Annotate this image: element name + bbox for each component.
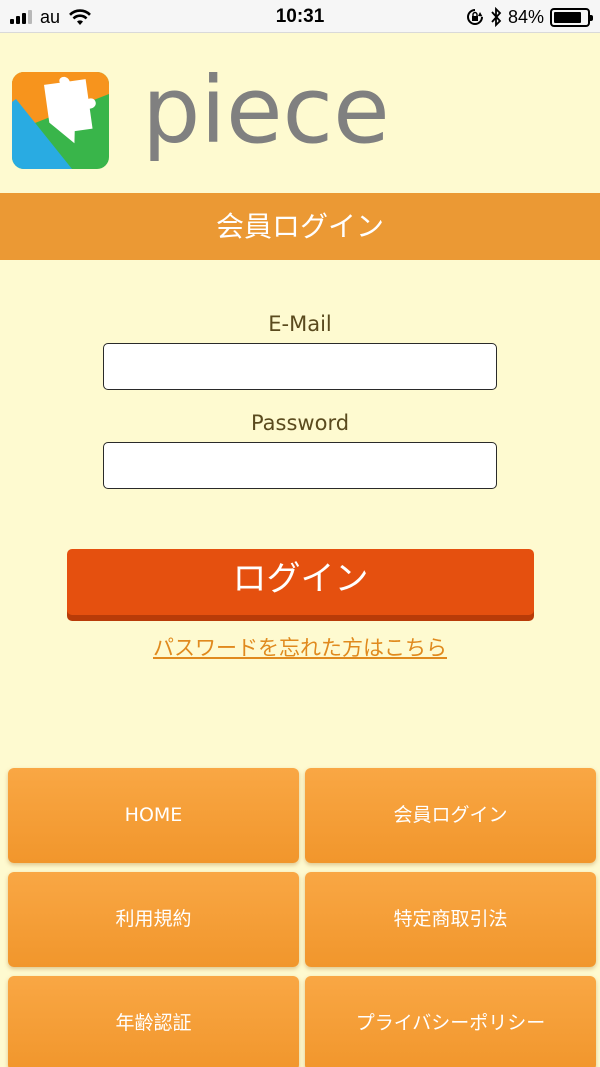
nav-commercial-law-button[interactable]: 特定商取引法 [305,872,596,967]
email-field[interactable] [103,343,497,390]
nav-terms-button[interactable]: 利用規約 [8,872,299,967]
password-field[interactable] [103,442,497,489]
battery-percent: 84% [507,7,544,27]
puzzle-logo-icon [12,72,109,169]
brand-wordmark: piece [142,70,390,164]
nav-member-login-button[interactable]: 会員ログイン [305,768,596,863]
brand-logo: piece [12,70,432,170]
nav-age-verification-button[interactable]: 年齢認証 [8,976,299,1067]
status-bar: au 10:31 84% [0,0,600,33]
nav-home-button[interactable]: HOME [8,768,299,863]
nav-privacy-policy-button[interactable]: プライバシーポリシー [305,976,596,1067]
password-label: Password [250,411,350,435]
rotation-lock-icon [466,9,483,25]
email-label: E-Mail [268,312,332,336]
svg-text:piece: piece [142,70,390,164]
login-button[interactable]: ログイン [67,549,534,615]
battery-icon [550,7,593,27]
forgot-password-link[interactable]: パスワードを忘れた方はこちら [0,632,600,662]
page-title: 会員ログイン [0,193,600,260]
bluetooth-icon [491,7,502,27]
